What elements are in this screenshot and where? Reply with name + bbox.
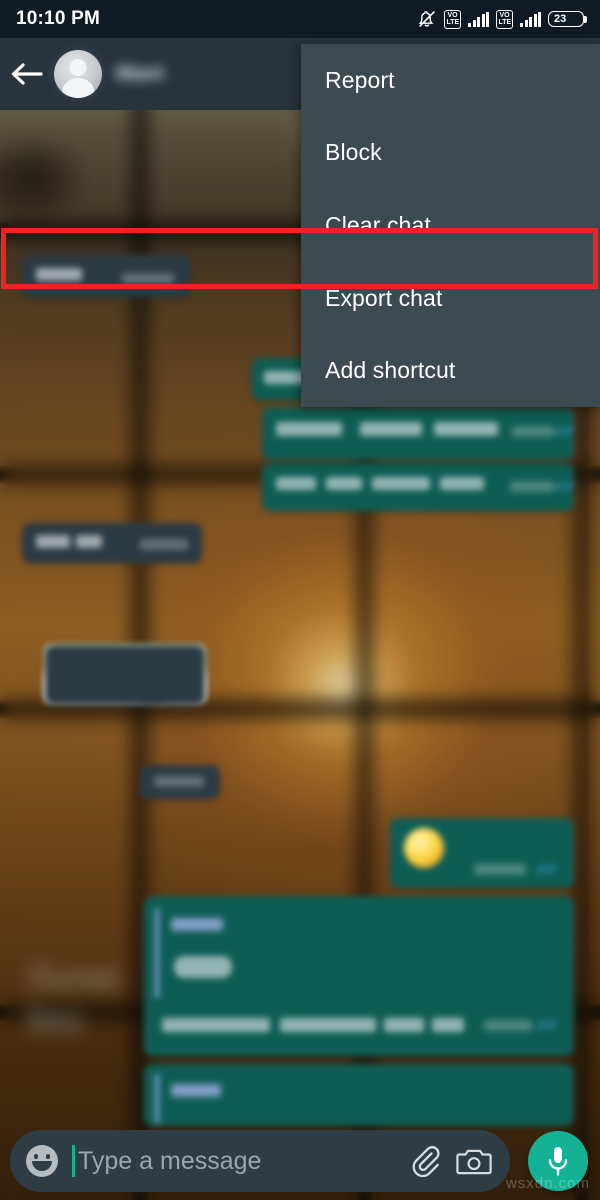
- status-clock: 10:10 PM: [16, 8, 100, 29]
- volte-sim1-icon: VO LTE: [444, 9, 461, 29]
- menu-item-report[interactable]: Report: [301, 44, 600, 117]
- read-receipt-icon: ✓✓: [554, 478, 576, 495]
- volte-top-text: VO: [447, 12, 458, 19]
- message-composer-bar: Type a message: [0, 1122, 600, 1200]
- bubble-text-line: [434, 422, 498, 436]
- read-receipt-icon: ✓✓: [554, 423, 576, 440]
- bubble-text-line: [440, 477, 484, 490]
- battery-icon: 23: [548, 11, 587, 27]
- bubble-timestamp: [122, 273, 174, 284]
- menu-item-clear-chat[interactable]: Clear chat: [301, 189, 600, 262]
- camera-icon[interactable]: [456, 1145, 492, 1177]
- message-input-container[interactable]: Type a message: [10, 1130, 510, 1192]
- overflow-menu[interactable]: Report Block Clear chat Export chat Add …: [301, 44, 600, 407]
- menu-item-block[interactable]: Block: [301, 117, 600, 190]
- menu-item-export-chat[interactable]: Export chat: [301, 262, 600, 335]
- paperclip-icon[interactable]: [408, 1144, 442, 1178]
- menu-item-add-shortcut[interactable]: Add shortcut: [301, 334, 600, 407]
- phone-screen: Sunse bea ✓✓ ✓✓ ✓✓ ✓✓ 10:10 PM VO LTE VO…: [0, 0, 600, 1200]
- emoji-mouth: [32, 1161, 52, 1171]
- signal-sim2-icon: [520, 11, 541, 27]
- bubble-timestamp: [140, 539, 188, 550]
- chat-bubble-incoming[interactable]: [22, 255, 190, 297]
- volte-sim2-icon: VO LTE: [496, 9, 513, 29]
- volte-bottom-text: LTE: [498, 19, 512, 26]
- bubble-text-line: [360, 422, 422, 436]
- message-input[interactable]: Type a message: [78, 1147, 394, 1176]
- emoji-eye-right: [46, 1154, 50, 1159]
- back-button[interactable]: [0, 60, 54, 88]
- bell-muted-icon: [418, 11, 435, 27]
- chat-bubble-incoming-media[interactable]: [45, 645, 205, 705]
- bubble-text-line: [276, 477, 316, 490]
- volte-top-text: VO: [499, 12, 510, 19]
- bubble-timestamp: [510, 481, 554, 492]
- battery-percent-label: 23: [554, 12, 567, 25]
- bubble-text-line: [36, 268, 82, 281]
- contact-avatar[interactable]: [54, 50, 102, 98]
- voice-message-button[interactable]: [528, 1131, 588, 1191]
- microphone-icon: [548, 1147, 568, 1176]
- bubble-text-line: [276, 422, 342, 436]
- avatar-head-shape: [69, 59, 87, 77]
- volte-bottom-text: LTE: [446, 19, 460, 26]
- bubble-timestamp: [512, 426, 554, 437]
- back-arrow-icon: [11, 63, 43, 85]
- status-icon-tray: VO LTE VO LTE 23: [417, 9, 587, 29]
- bubble-text-line: [36, 535, 70, 548]
- chat-bubble-outgoing[interactable]: ✓✓: [262, 463, 576, 511]
- bubble-text-line: [372, 477, 430, 490]
- text-cursor: [72, 1145, 75, 1177]
- chat-bubble-outgoing[interactable]: ✓✓: [262, 407, 576, 460]
- chat-bubble-incoming[interactable]: [22, 523, 202, 563]
- bubble-text-line: [76, 535, 102, 548]
- emoji-eye-left: [34, 1154, 38, 1159]
- emoji-icon[interactable]: [26, 1145, 58, 1177]
- bubble-text-line: [326, 477, 362, 490]
- avatar-body-shape: [62, 77, 94, 98]
- status-bar: 10:10 PM VO LTE VO LTE 23: [0, 0, 600, 38]
- signal-sim1-icon: [468, 11, 489, 27]
- contact-name[interactable]: Mani: [116, 62, 164, 86]
